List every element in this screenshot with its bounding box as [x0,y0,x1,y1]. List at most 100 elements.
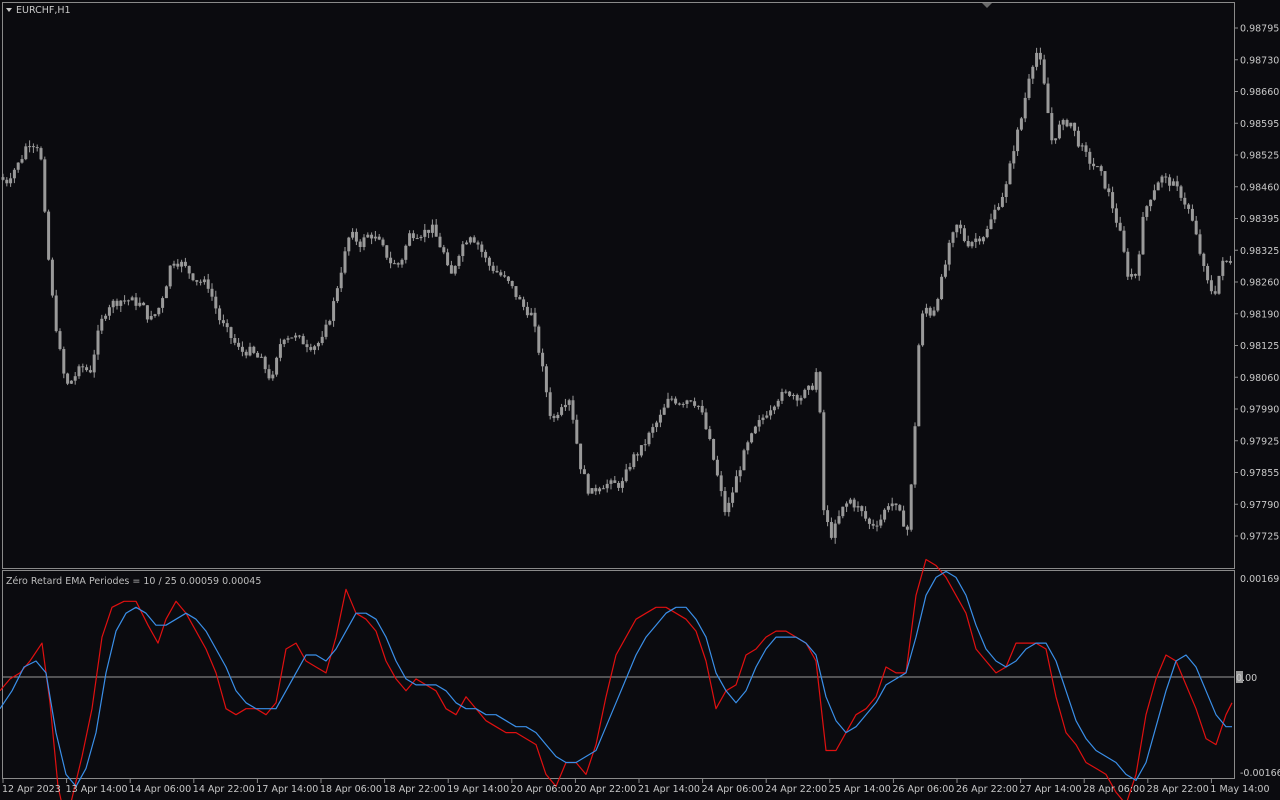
candle-body [620,481,624,488]
candle-body [252,346,256,353]
price-tick-label: 0.98525 [1240,151,1279,162]
time-tick-label: 28 Apr 06:00 [1083,784,1145,795]
candle-body [871,523,875,526]
candle-body [9,178,13,184]
candle-body [708,429,712,440]
candle-body [1164,176,1168,178]
candle-body [396,263,400,265]
candle-body [1225,260,1229,262]
candle-body [392,263,396,265]
candle-body [890,503,894,507]
time-tick-label: 26 Apr 22:00 [956,784,1018,795]
candle-body [799,397,803,401]
candle-body [772,406,776,411]
candle-body [199,281,203,283]
candle-body [864,511,868,519]
candle-body [1209,280,1213,292]
candle-body [522,299,526,307]
candle-body [43,159,47,212]
candle-body [655,422,659,428]
candle-body [301,336,305,345]
candle-body [947,242,951,265]
time-tick-label: 12 Apr 2023 [2,784,61,795]
candle-body [39,148,43,160]
candle-body [734,476,738,493]
candle-body [77,366,81,377]
candle-body [780,392,784,401]
candle-body [484,251,488,258]
candle-body [297,335,301,337]
candle-body [712,439,716,460]
candle-body [696,405,700,407]
candle-body [85,367,89,371]
candle-body [225,323,229,328]
candle-body [582,469,586,475]
candle-body [1008,163,1012,185]
candle-body [541,352,545,367]
candle-body [962,228,966,242]
candle-body [271,374,275,379]
candle-body [791,394,795,396]
candle-body [244,351,248,356]
candle-body [1141,216,1145,255]
candle-body [1175,181,1179,187]
candle-body [1000,197,1004,207]
candle-body [776,400,780,407]
candle-body [552,415,556,419]
candle-body [590,488,594,494]
candle-body [601,488,605,490]
candle-body [411,233,415,239]
candle-body [833,523,837,538]
indicator-axis-zero: 0.00 [1236,673,1257,684]
candle-body [723,491,727,513]
candle-body [829,522,833,538]
candle-body [978,238,982,242]
candle-body [119,300,123,306]
candle-body [138,302,142,306]
indicator-axis-top: 0.00169 [1240,574,1279,585]
candle-body [50,259,54,296]
candle-body [24,146,28,160]
candle-body [803,389,807,398]
candle-body [491,265,495,271]
candle-body [58,331,62,350]
candle-body [339,272,343,289]
candle-body [126,300,130,302]
candle-body [746,442,750,451]
candle-body [259,356,263,358]
candle-body [1099,166,1103,172]
candle-body [449,265,453,274]
candle-body [69,380,73,384]
candle-body [544,366,548,393]
candle-body [263,356,267,370]
candle-body [556,414,560,419]
candle-body [1023,97,1027,119]
price-tick-label: 0.97990 [1240,405,1279,416]
candle-body [632,454,636,467]
candle-body [719,475,723,492]
candle-body [913,426,917,485]
candle-body [1076,130,1080,147]
price-tick-label: 0.98795 [1240,24,1279,35]
candle-body [191,273,195,281]
candle-body [943,264,947,277]
candle-body [111,300,115,308]
candle-body [503,275,507,277]
candle-body [54,295,58,332]
candle-body [161,298,165,308]
candle-body [187,265,191,274]
trading-chart[interactable]: EURCHF,H1 0.98795 0.98730 0.98660 0.98595 0.… [0,0,1280,800]
candle-body [434,224,438,237]
candle-body [453,265,457,274]
candle-body [750,433,754,443]
candle-body [537,326,541,353]
candle-body [1187,204,1191,209]
time-tick-label: 14 Apr 06:00 [129,784,191,795]
candle-body [1042,59,1046,84]
candle-body [955,224,959,233]
candle-body [639,445,643,456]
candle-body [1046,83,1050,114]
candle-body [305,344,309,348]
candle-body [959,224,963,229]
candle-body [624,469,628,482]
